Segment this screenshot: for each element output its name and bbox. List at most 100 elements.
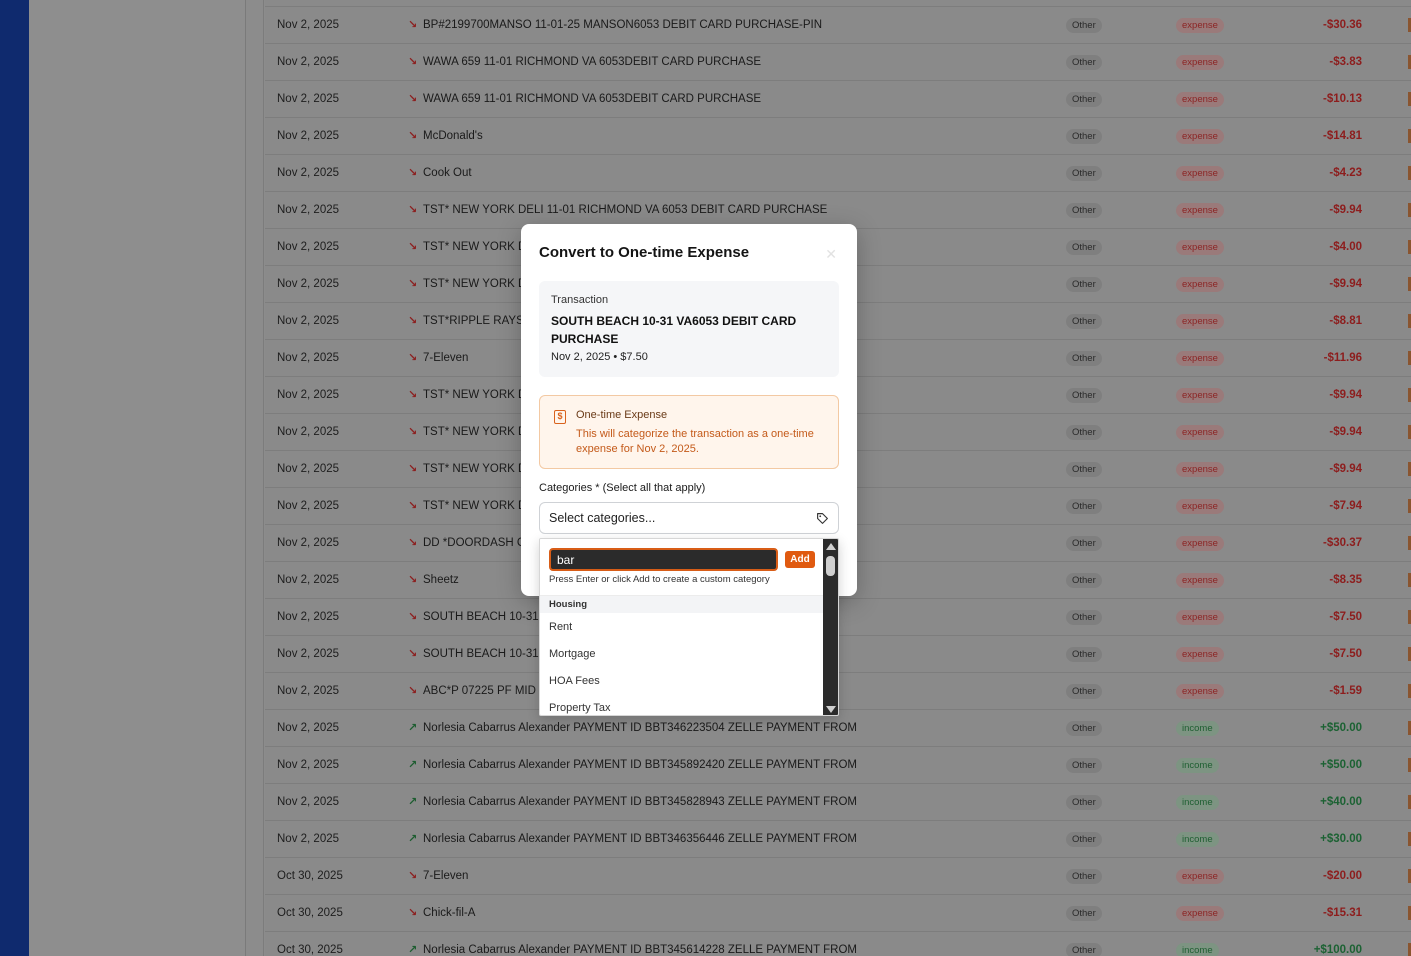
table-row[interactable]: Oct 30, 2025 ↘ Chick-fil-A Other expense -$15… — [265, 895, 1411, 932]
arrow-down-right-icon: ↘ — [408, 648, 418, 660]
row-category-badge[interactable]: Other — [1066, 721, 1102, 736]
close-icon[interactable]: ✕ — [825, 246, 837, 263]
arrow-up-right-icon: ↗ — [408, 944, 418, 956]
row-description: Norlesia Cabarrus Alexander PAYMENT ID B… — [423, 759, 857, 771]
row-type-badge: expense — [1176, 166, 1224, 181]
categories-select[interactable]: Select categories... — [539, 502, 839, 534]
row-category-badge[interactable]: Other — [1066, 18, 1102, 33]
table-row[interactable]: Oct 30, 2025 ↗ Norlesia Cabarrus Alexander… — [265, 932, 1411, 956]
row-category-badge[interactable]: Other — [1066, 647, 1102, 662]
row-description: 7-Eleven — [423, 870, 469, 882]
row-date: Oct 30, 2025 — [277, 870, 343, 882]
row-amount: -$20.00 — [1322, 870, 1362, 882]
row-category-badge[interactable]: Other — [1066, 499, 1102, 514]
scroll-down-icon[interactable] — [826, 706, 836, 713]
arrow-down-right-icon: ↘ — [408, 426, 418, 438]
row-amount: -$8.81 — [1329, 315, 1362, 327]
row-amount: -$4.23 — [1329, 167, 1362, 179]
dropdown-item-hoa-fees[interactable]: HOA Fees — [540, 667, 824, 694]
row-category-badge[interactable]: Other — [1066, 351, 1102, 366]
dropdown-item-property-tax[interactable]: Property Tax — [540, 694, 824, 715]
table-row[interactable]: Nov 2, 2025 ↗ Norlesia Cabarrus Alexander … — [265, 784, 1411, 821]
row-type-badge: expense — [1176, 462, 1224, 477]
arrow-up-right-icon: ↗ — [408, 833, 418, 845]
arrow-down-right-icon: ↘ — [408, 500, 418, 512]
row-category-badge[interactable]: Other — [1066, 795, 1102, 810]
row-category-badge[interactable]: Other — [1066, 906, 1102, 921]
row-date: Nov 2, 2025 — [277, 463, 340, 475]
row-amount: -$4.00 — [1329, 241, 1362, 253]
arrow-down-right-icon: ↘ — [408, 204, 418, 216]
dropdown-scrollbar[interactable] — [823, 539, 838, 715]
arrow-down-right-icon: ↘ — [408, 463, 418, 475]
row-amount: +$100.00 — [1313, 944, 1362, 956]
dropdown-item-rent[interactable]: Rent — [540, 613, 824, 640]
scroll-up-icon[interactable] — [826, 543, 836, 550]
row-category-badge[interactable]: Other — [1066, 166, 1102, 181]
row-category-badge[interactable]: Other — [1066, 943, 1102, 956]
row-date: Nov 2, 2025 — [277, 352, 340, 364]
row-description: TST* NEW YORK DELI 11-01 RICHMOND VA 605… — [423, 204, 828, 216]
row-type-badge: expense — [1176, 129, 1224, 144]
row-category-badge[interactable]: Other — [1066, 55, 1102, 70]
notice-body: This will categorize the transaction as … — [576, 428, 814, 455]
table-row[interactable]: Oct 30, 2025 ↘ 7-Eleven Other expense -$20.00 — [265, 858, 1411, 895]
row-category-badge[interactable]: Other — [1066, 462, 1102, 477]
row-category-badge[interactable]: Other — [1066, 684, 1102, 699]
row-category-badge[interactable]: Other — [1066, 314, 1102, 329]
row-category-badge[interactable]: Other — [1066, 869, 1102, 884]
row-description: Norlesia Cabarrus Alexander PAYMENT ID B… — [423, 722, 857, 734]
row-type-badge: expense — [1176, 314, 1224, 329]
row-category-badge[interactable]: Other — [1066, 610, 1102, 625]
row-amount: -$9.94 — [1329, 204, 1362, 216]
row-category-badge[interactable]: Other — [1066, 388, 1102, 403]
add-category-button[interactable]: Add — [785, 551, 815, 568]
row-category-badge[interactable]: Other — [1066, 536, 1102, 551]
arrow-down-right-icon: ↘ — [408, 167, 418, 179]
row-category-badge[interactable]: Other — [1066, 92, 1102, 107]
row-date: Nov 2, 2025 — [277, 204, 340, 216]
table-row[interactable]: Nov 2, 2025 ↗ Norlesia Cabarrus Alexander … — [265, 821, 1411, 858]
row-amount: +$40.00 — [1320, 796, 1362, 808]
row-date: Nov 2, 2025 — [277, 315, 340, 327]
arrow-down-right-icon: ↘ — [408, 56, 418, 68]
row-category-badge[interactable]: Other — [1066, 832, 1102, 847]
row-amount: -$9.94 — [1329, 463, 1362, 475]
table-row[interactable]: Nov 2, 2025 ↗ Norlesia Cabarrus Alexander … — [265, 747, 1411, 784]
row-description: Norlesia Cabarrus Alexander PAYMENT ID B… — [423, 833, 857, 845]
row-amount: -$8.35 — [1329, 574, 1362, 586]
row-category-badge[interactable]: Other — [1066, 425, 1102, 440]
arrow-up-right-icon: ↗ — [408, 796, 418, 808]
table-row[interactable]: Nov 2, 2025 ↘ BP#2199700MANSO 11-01-25 MAN… — [265, 7, 1411, 44]
row-category-badge[interactable]: Other — [1066, 277, 1102, 292]
row-category-badge[interactable]: Other — [1066, 573, 1102, 588]
row-description: TST* NEW YORK D — [423, 241, 527, 253]
category-search-input[interactable] — [549, 548, 778, 571]
table-row[interactable]: Nov 2, 2025 ↘ WAWA 659 11-01 RICHMOND VA 6… — [265, 81, 1411, 118]
scroll-thumb[interactable] — [826, 556, 835, 576]
row-category-badge[interactable]: Other — [1066, 129, 1102, 144]
dropdown-item-mortgage[interactable]: Mortgage — [540, 640, 824, 667]
row-date: Nov 2, 2025 — [277, 722, 340, 734]
row-category-badge[interactable]: Other — [1066, 240, 1102, 255]
arrow-down-right-icon: ↘ — [408, 19, 418, 31]
dropdown-group-housing: Housing — [540, 596, 824, 613]
receipt-dollar-icon: $ — [554, 410, 566, 424]
table-row[interactable]: Nov 2, 2025 ↘ McDonald's Other expense -$14.8… — [265, 118, 1411, 155]
arrow-down-right-icon: ↘ — [408, 611, 418, 623]
row-type-badge: expense — [1176, 277, 1224, 292]
row-description: TST* NEW YORK D — [423, 500, 527, 512]
row-description: Sheetz — [423, 574, 459, 586]
table-row[interactable]: Nov 2, 2025 ↘ Cook Out Other expense -$4.23 — [265, 155, 1411, 192]
table-row[interactable]: Nov 2, 2025 ↘ WAWA 659 11-01 RICHMOND VA 6… — [265, 44, 1411, 81]
arrow-down-right-icon: ↘ — [408, 870, 418, 882]
table-row-partial — [265, 0, 1411, 7]
row-category-badge[interactable]: Other — [1066, 758, 1102, 773]
row-category-badge[interactable]: Other — [1066, 203, 1102, 218]
row-description: Norlesia Cabarrus Alexander PAYMENT ID B… — [423, 796, 857, 808]
row-date: Nov 2, 2025 — [277, 500, 340, 512]
row-description: Chick-fil-A — [423, 907, 476, 919]
row-description: SOUTH BEACH 10-31 V — [423, 611, 550, 623]
row-date: Nov 2, 2025 — [277, 537, 340, 549]
arrow-down-right-icon: ↘ — [408, 352, 418, 364]
